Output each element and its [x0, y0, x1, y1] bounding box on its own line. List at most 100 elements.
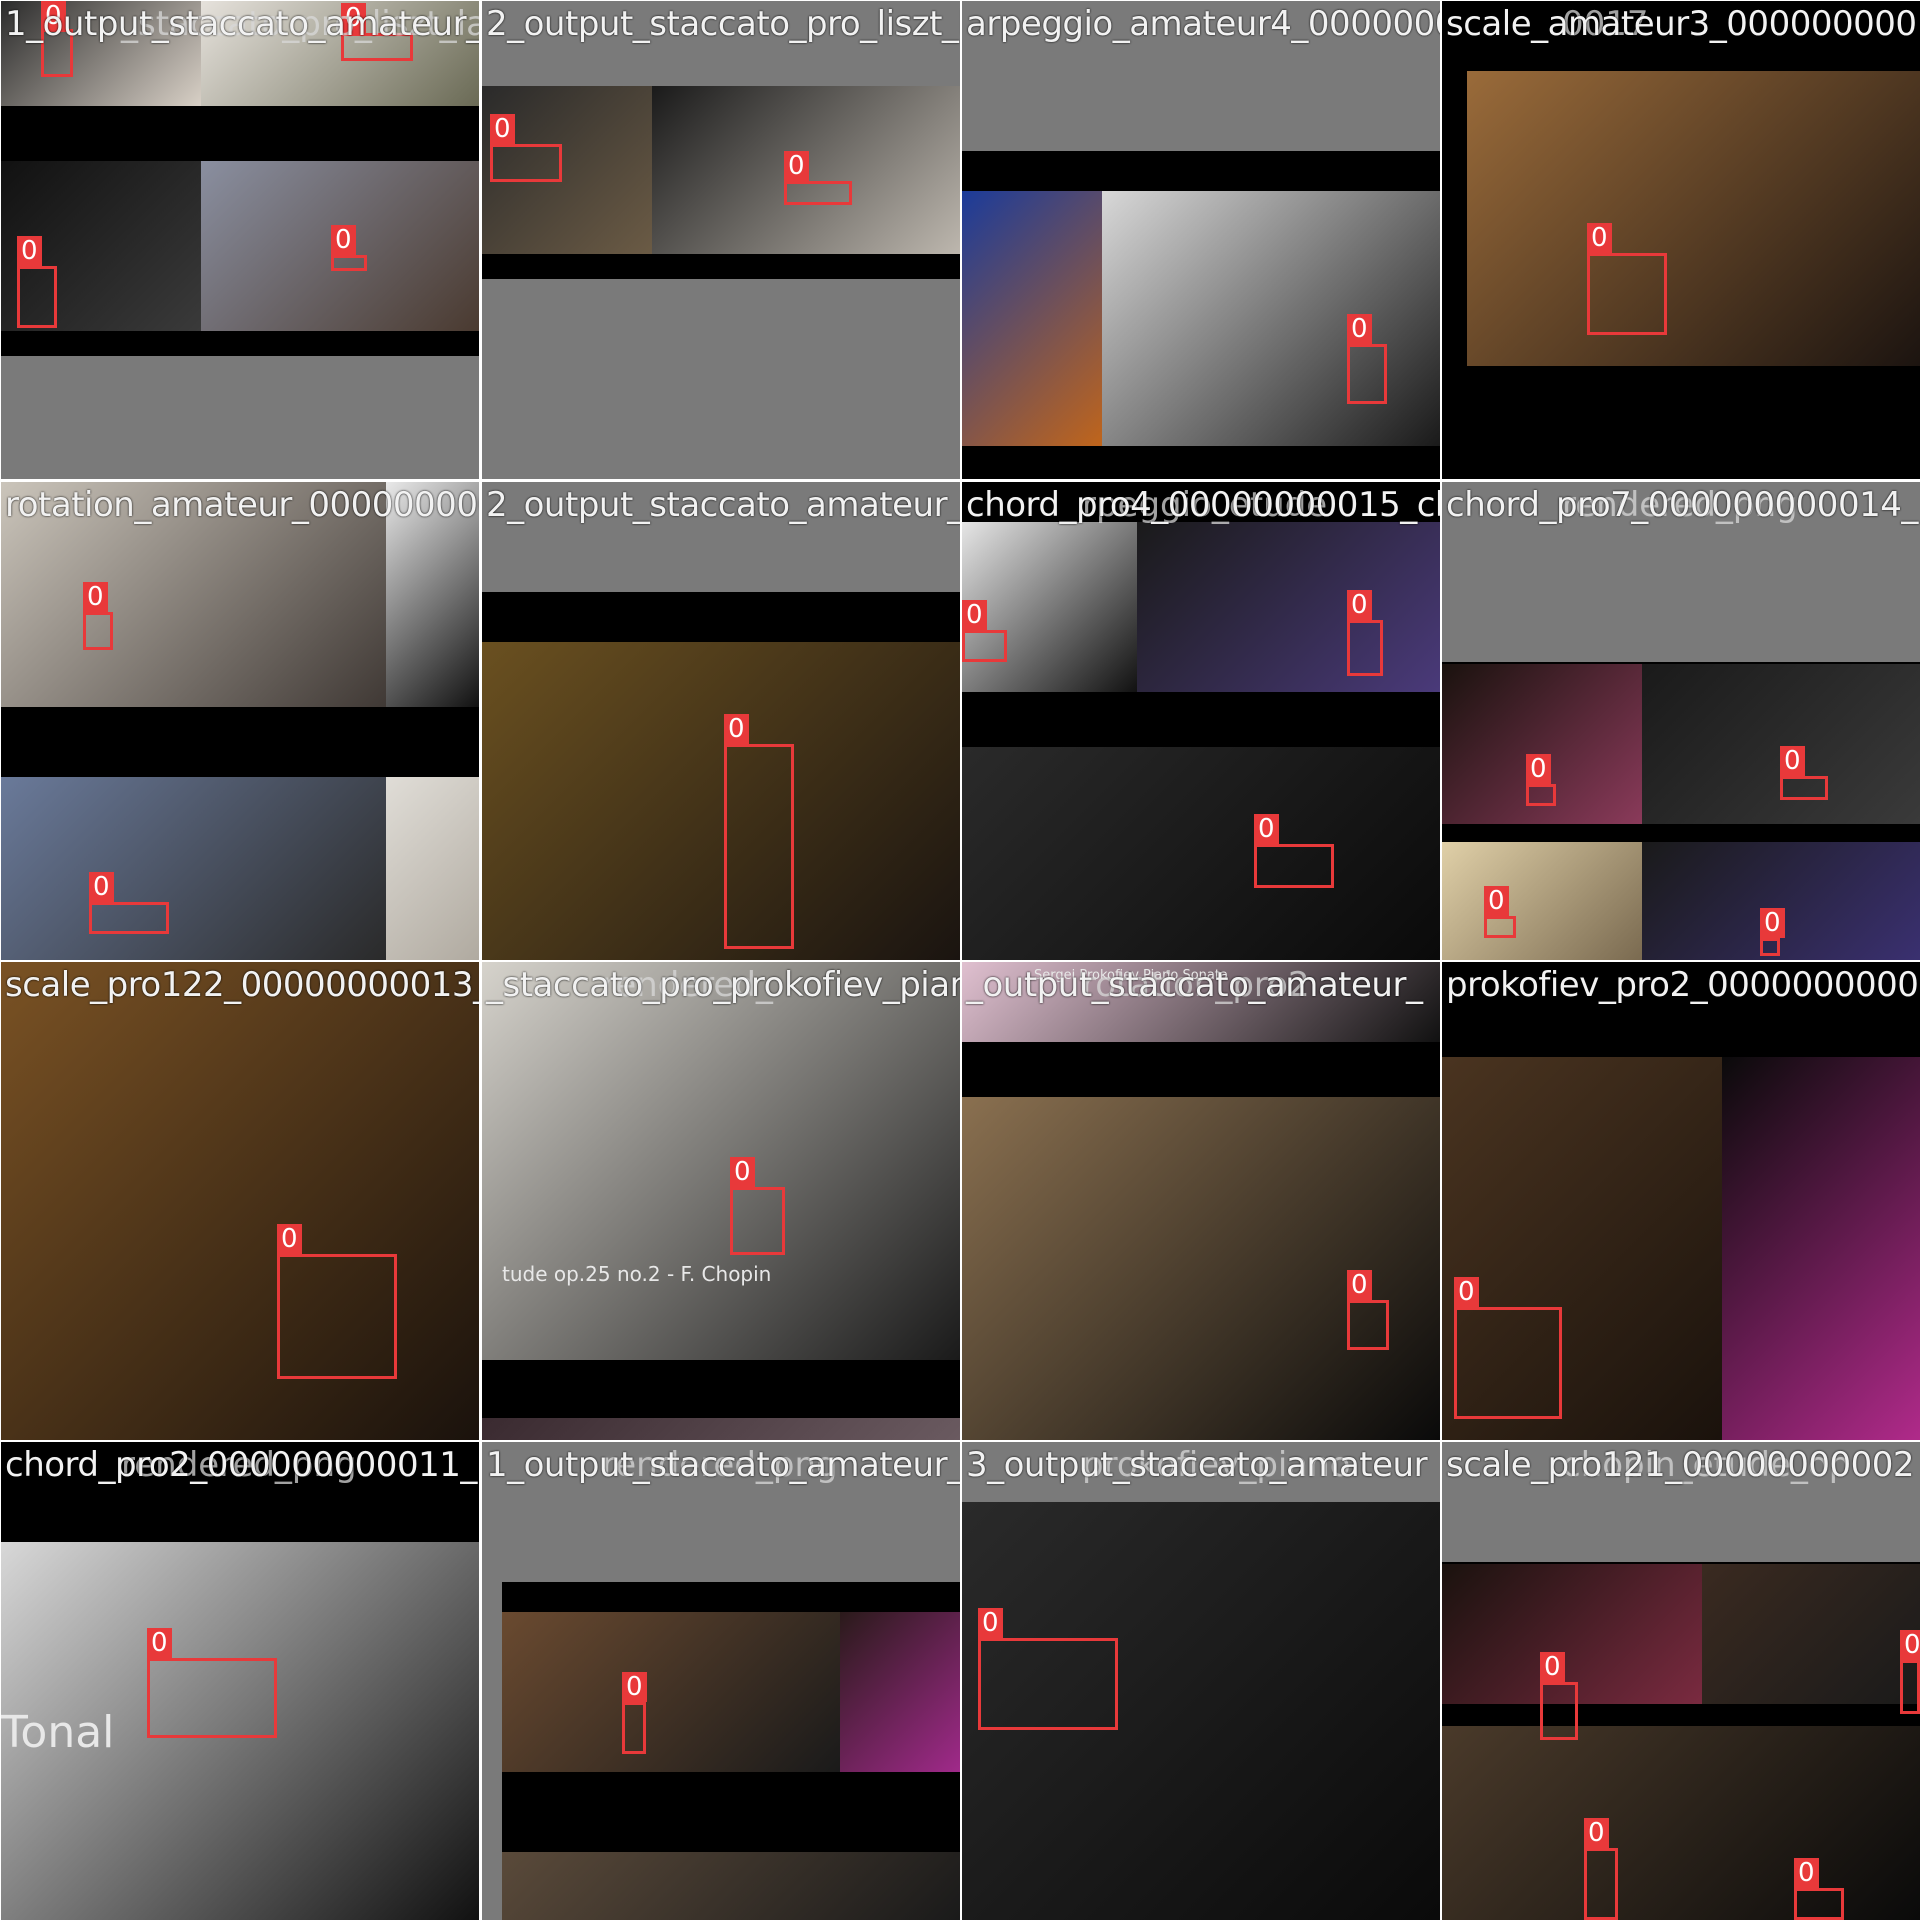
mosaic-tile: 0 0 0 0 chopin_etude_op scale_pro121_00000000…: [1442, 1442, 1920, 1920]
detection-box: [724, 744, 794, 949]
mosaic-tile: 0 0 0 rpeggio_etude chord_pro4_00000000015_c…: [962, 482, 1440, 960]
photo-region: [386, 777, 479, 960]
photo-region: [962, 446, 1440, 479]
detection-box: [1254, 844, 1334, 888]
class-label-tag: 0: [147, 1628, 172, 1658]
detection-box: [490, 144, 562, 182]
detection-box: [1780, 776, 1828, 800]
photo-region: [502, 1852, 960, 1920]
tile-filename-label: scale_pro122_00000000013_: [5, 965, 479, 1005]
photo-region: [1, 777, 386, 960]
photo-region: [962, 522, 1137, 692]
class-label-tag: 0: [1347, 1270, 1372, 1300]
photo-region: [482, 1418, 960, 1440]
tile-filename-label: 2_output_staccato_amateur_chord_pro4_000…: [486, 485, 960, 525]
photo-region: [962, 692, 1440, 747]
video-caption-text: Tonal: [1, 1707, 115, 1758]
photo-region: [482, 254, 960, 279]
photo-region: [1442, 1726, 1920, 1920]
photo-region: [962, 1042, 1440, 1097]
tile-filename-label: 3_output_staccato_amateur: [966, 1445, 1428, 1485]
detection-box: [17, 266, 57, 328]
tile-filename-label: scale_pro121_00000000002: [1446, 1445, 1915, 1485]
tile-filename-label: _staccato_pro_prokofiev_piano_: [486, 965, 960, 1005]
class-label-tag: 0: [1254, 814, 1279, 844]
photo-region: [502, 1772, 960, 1852]
photo-region: [502, 1582, 960, 1612]
photo-region: [1642, 842, 1920, 960]
class-label-tag: 0: [1454, 1277, 1479, 1307]
detection-box: [331, 255, 367, 271]
mosaic-tile: 0 rendered_png 1_output_staccato_amateur_: [482, 1442, 960, 1920]
class-label-tag: 0: [1760, 908, 1785, 938]
detection-box: [1584, 1848, 1618, 1920]
tile-filename-label: rotation_amateur_00000000002: [5, 485, 479, 525]
detection-box: [89, 902, 169, 934]
tile-filename-label: arpeggio_amateur4_00000000030: [966, 4, 1440, 44]
mosaic-tile: 0 0 rotation_amateur_00000000002: [1, 482, 479, 960]
tile-filename-label: _output_staccato_amateur_: [966, 965, 1423, 1005]
photo-region: [1, 707, 479, 777]
detection-box: [1587, 253, 1667, 335]
mosaic-grid: 0000_staccato_pro_liszt_la_campanella1_o…: [0, 0, 1920, 1920]
tile-filename-label: scale_amateur3_000000000: [1446, 4, 1917, 44]
tile-filename-label: 1_output_staccato_amateur_: [486, 1445, 960, 1485]
class-label-tag: 0: [89, 872, 114, 902]
detection-box: [1760, 938, 1780, 956]
mosaic-tile: Sergei Prokofiev Piano Sonata 0 rotation_p…: [962, 962, 1440, 1440]
detection-box: [1794, 1888, 1844, 1920]
class-label-tag: 0: [1587, 223, 1612, 253]
class-label-tag: 0: [730, 1157, 755, 1187]
class-label-tag: 0: [978, 1608, 1003, 1638]
photo-region: [962, 151, 1440, 191]
class-label-tag: 0: [1794, 1858, 1819, 1888]
photo-region: [482, 962, 960, 1360]
tile-filename-label: 1_output_staccato_amateur_2: [5, 4, 479, 44]
detection-box: [730, 1187, 785, 1255]
class-label-tag: 0: [331, 225, 356, 255]
class-label-tag: 0: [83, 582, 108, 612]
tile-filename-label: chord_pro2_000000000011_: [5, 1445, 477, 1485]
class-label-tag: 0: [1540, 1652, 1565, 1682]
detection-box: [83, 612, 113, 650]
class-label-tag: 0: [962, 600, 987, 630]
class-label-tag: 0: [622, 1672, 647, 1702]
mosaic-tile: 0 scale_pro122_00000000013_: [1, 962, 479, 1440]
tile-filename-label: 2_output_staccato_pro_liszt_la_campanell…: [486, 4, 960, 44]
photo-region: [962, 747, 1440, 960]
mosaic-tile: 0 0 0 0 rendered_png chord_pro7_000000000014_: [1442, 482, 1920, 960]
photo-region: [1442, 842, 1642, 960]
photo-region: [502, 1612, 840, 1772]
tile-filename-label: chord_pro4_00000000015_cha: [966, 485, 1440, 525]
detection-box: [147, 1658, 277, 1738]
mosaic-tile: 0 prokofiev_piano 3_output_staccato_amateu…: [962, 1442, 1440, 1920]
class-label-tag: 0: [724, 714, 749, 744]
photo-region: [1137, 522, 1440, 692]
photo-region: [1, 331, 479, 356]
detection-box: [978, 1638, 1118, 1730]
class-label-tag: 0: [784, 151, 809, 181]
class-label-tag: 0: [17, 236, 42, 266]
photo-region: [1, 106, 479, 161]
photo-region: [482, 642, 960, 960]
detection-box: [1526, 784, 1556, 806]
mosaic-tile: 0 2_output_staccato_amateur_chord_pro4_00…: [482, 482, 960, 960]
photo-region: [1702, 1564, 1920, 1704]
photo-region: [840, 1612, 960, 1772]
photo-region: [1442, 824, 1920, 842]
mosaic-tile: Tonal 0 rendered_png chord_pro2_00000000001…: [1, 1442, 479, 1920]
video-caption-text: tude op.25 no.2 - F. Chopin: [502, 1262, 772, 1286]
detection-box: [962, 630, 1007, 662]
photo-region: [1642, 664, 1920, 824]
mosaic-tile: tude op.25 no.2 - F. Chopin 0 rendered_ _st…: [482, 962, 960, 1440]
photo-region: [1442, 1704, 1920, 1726]
class-label-tag: 0: [1780, 746, 1805, 776]
class-label-tag: 0: [1584, 1818, 1609, 1848]
photo-region: [1, 962, 479, 1440]
mosaic-tile: 0 0 2_output_staccato_pro_liszt_la_campane…: [482, 1, 960, 479]
photo-region: [962, 1097, 1440, 1440]
photo-region: [962, 191, 1102, 446]
mosaic-tile: 0 0017 scale_amateur3_000000000: [1442, 1, 1920, 479]
class-label-tag: 0: [490, 114, 515, 144]
class-label-tag: 0: [1526, 754, 1551, 784]
